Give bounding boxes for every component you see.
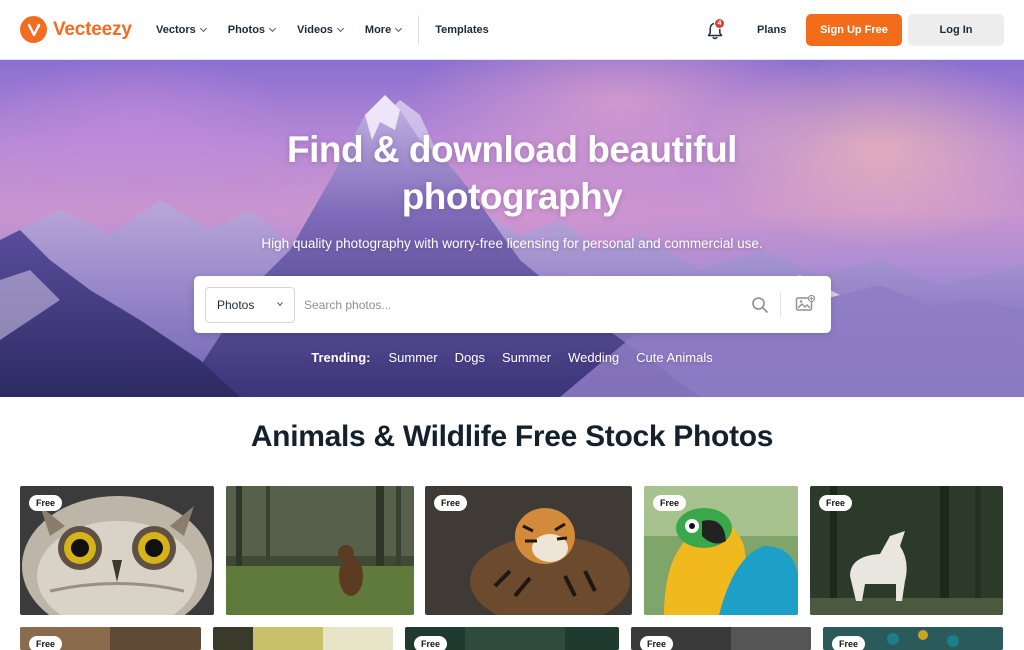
trending-link[interactable]: Summer (388, 350, 437, 365)
hero-banner: Find & download beautiful photography Hi… (0, 60, 1024, 397)
photo-card[interactable] (213, 627, 393, 650)
photo-thumbnail (213, 627, 393, 650)
hero-subtitle: High quality photography with worry-free… (261, 236, 763, 251)
nav-vectors-label: Vectors (156, 24, 196, 36)
trending-label: Trending: (311, 350, 371, 365)
free-badge: Free (29, 636, 63, 650)
chevron-down-icon (199, 24, 207, 33)
free-badge: Free (434, 495, 468, 511)
chevron-down-icon (395, 24, 403, 33)
sign-up-button[interactable]: Sign Up Free (806, 14, 902, 46)
chevron-down-icon (268, 24, 277, 33)
log-in-button[interactable]: Log In (908, 14, 1004, 46)
hero-title-line-1: Find & download beautiful (287, 129, 737, 170)
free-badge: Free (832, 636, 866, 650)
photo-card-peacock[interactable]: Free (823, 627, 1003, 650)
free-badge: Free (819, 495, 853, 511)
plans-link[interactable]: Plans (757, 24, 786, 36)
section-title: Animals & Wildlife Free Stock Photos (250, 420, 774, 453)
vecteezy-logo[interactable]: Vecteezy (20, 16, 132, 43)
search-category-select[interactable]: Photos (205, 287, 295, 323)
photo-card-wolf[interactable]: Free (810, 486, 1003, 615)
mountain-background-image (0, 95, 1024, 397)
nav-videos-label: Videos (297, 24, 333, 36)
nav-more-label: More (364, 24, 392, 36)
photo-card-bear[interactable] (226, 486, 414, 615)
search-bar: Photos (194, 276, 831, 333)
nav-more[interactable]: More (364, 24, 403, 36)
free-badge: Free (414, 636, 448, 650)
nav-vectors[interactable]: Vectors (156, 24, 207, 36)
trending-searches: Trending: Summer Dogs Summer Wedding Cut… (0, 350, 1024, 365)
notification-badge: 4 (714, 18, 725, 29)
trending-link[interactable]: Wedding (568, 350, 619, 365)
nav-photos-label: Photos (227, 24, 266, 36)
trending-link[interactable]: Cute Animals (636, 350, 713, 365)
photo-card-tiger[interactable]: Free (425, 486, 632, 615)
nav-templates[interactable]: Templates (435, 24, 489, 36)
bear-photo (226, 486, 414, 615)
free-badge: Free (653, 495, 687, 511)
search-divider (780, 292, 781, 317)
photo-card-owl[interactable]: Free (20, 486, 214, 615)
photo-card[interactable]: Free (405, 627, 619, 650)
nav-photos[interactable]: Photos (227, 24, 277, 36)
free-badge: Free (29, 495, 63, 511)
chevron-down-icon (336, 24, 344, 33)
site-header: Vecteezy Vectors Photos Videos More Temp… (0, 0, 1024, 60)
search-category-label: Photos (217, 298, 255, 312)
photo-card[interactable]: Free (631, 627, 811, 650)
main-nav: Vectors Photos Videos More Templates (156, 0, 511, 60)
trending-link[interactable]: Summer (502, 350, 551, 365)
hero-title-line-2: photography (401, 176, 623, 217)
image-search-icon[interactable] (795, 295, 815, 313)
search-input[interactable] (304, 287, 744, 323)
logo-text: Vecteezy (53, 18, 132, 40)
nav-divider (418, 15, 420, 45)
photo-card[interactable]: Free (20, 627, 201, 650)
chevron-down-icon (277, 300, 283, 306)
search-icon[interactable] (751, 296, 769, 314)
trending-link[interactable]: Dogs (455, 350, 485, 365)
logo-mark-icon (20, 16, 47, 43)
hero-title: Find & download beautiful photography (0, 126, 1024, 220)
free-badge: Free (640, 636, 674, 650)
photo-card-macaw[interactable]: Free (644, 486, 798, 615)
nav-videos[interactable]: Videos (297, 24, 344, 36)
